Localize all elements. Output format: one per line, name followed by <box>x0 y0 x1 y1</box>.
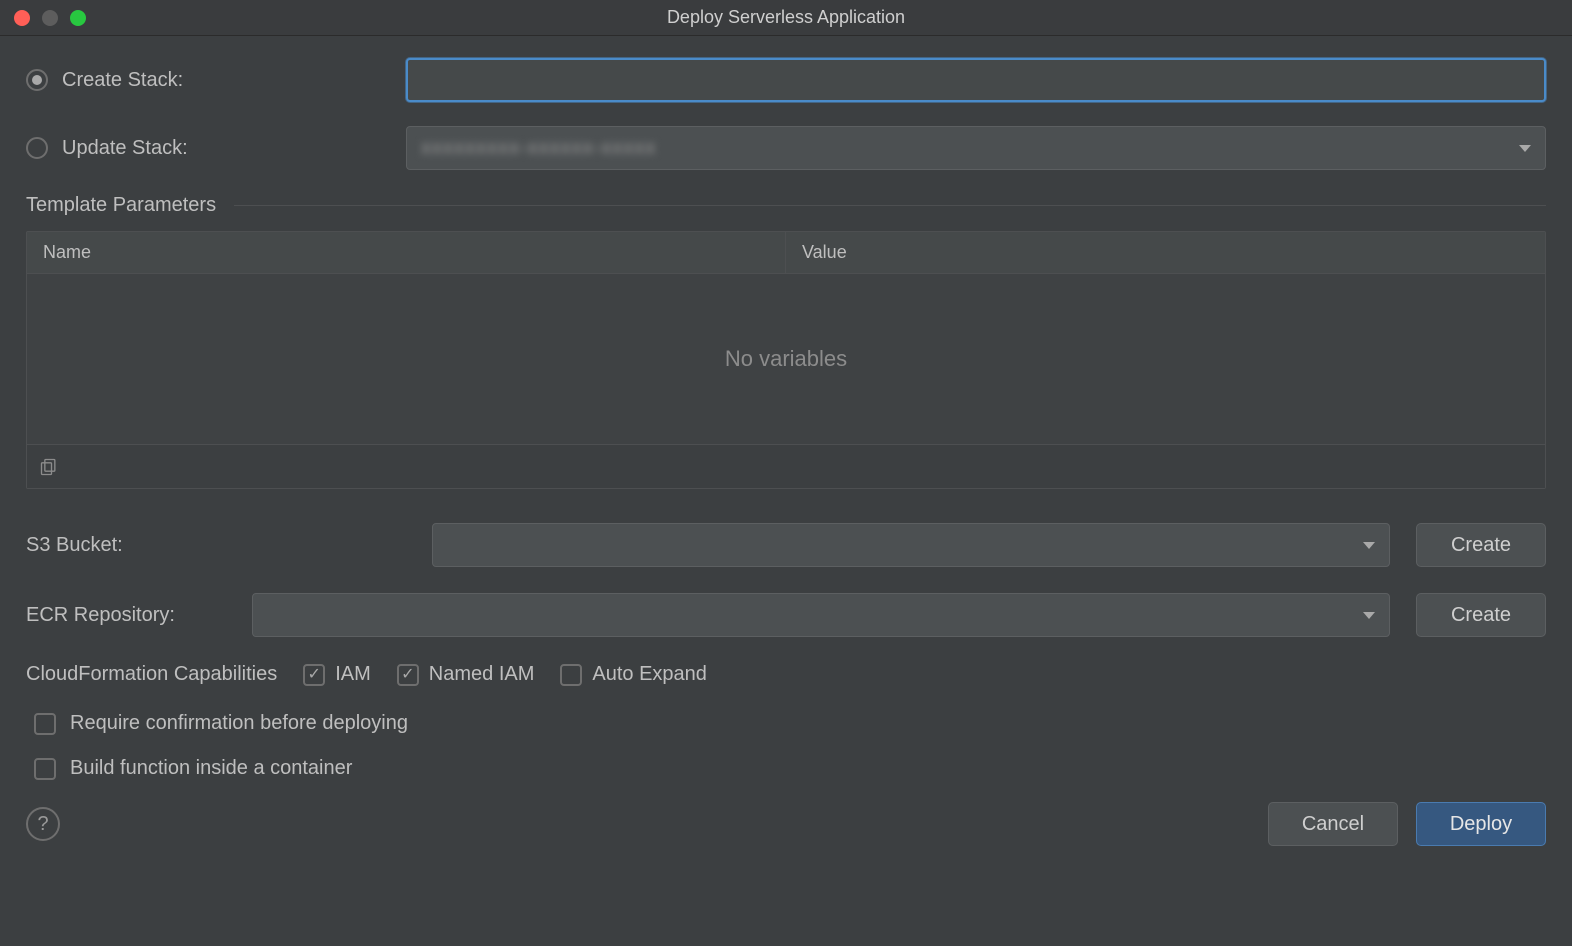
deploy-button-label: Deploy <box>1450 813 1512 836</box>
help-icon: ? <box>37 813 48 836</box>
require-confirmation-row[interactable]: Require confirmation before deploying <box>34 712 1546 735</box>
copy-icon[interactable] <box>39 457 59 477</box>
capability-auto-expand[interactable]: Auto Expand <box>560 663 707 686</box>
create-stack-row: Create Stack: <box>26 58 1546 102</box>
capabilities-row: CloudFormation Capabilities IAM Named IA… <box>26 663 1546 686</box>
checkbox-icon <box>560 664 582 686</box>
table-header: Name Value <box>27 232 1545 274</box>
checkbox-icon <box>303 664 325 686</box>
ecr-create-button[interactable]: Create <box>1416 593 1546 637</box>
capability-auto-expand-label: Auto Expand <box>592 663 707 686</box>
ecr-repository-select[interactable] <box>252 593 1390 637</box>
capabilities-label: CloudFormation Capabilities <box>26 663 277 686</box>
create-stack-input[interactable] <box>406 58 1546 102</box>
checkbox-icon <box>34 713 56 735</box>
s3-create-button[interactable]: Create <box>1416 523 1546 567</box>
capability-iam[interactable]: IAM <box>303 663 371 686</box>
cancel-button-label: Cancel <box>1302 813 1364 836</box>
table-header-name[interactable]: Name <box>27 232 786 273</box>
update-stack-row: Update Stack: xxxxxxxxx-xxxxxx-xxxxx <box>26 126 1546 170</box>
update-stack-selected-value: xxxxxxxxx-xxxxxx-xxxxx <box>421 137 656 160</box>
s3-bucket-label: S3 Bucket: <box>26 534 406 557</box>
create-stack-radio[interactable] <box>26 69 48 91</box>
dialog-footer: ? Cancel Deploy <box>26 802 1546 846</box>
template-parameters-table: Name Value No variables <box>26 231 1546 489</box>
update-stack-radio[interactable] <box>26 137 48 159</box>
template-parameters-heading: Template Parameters <box>26 194 1546 217</box>
table-footer <box>27 444 1545 488</box>
table-empty-text: No variables <box>725 346 847 372</box>
chevron-down-icon <box>1363 542 1375 549</box>
chevron-down-icon <box>1519 145 1531 152</box>
ecr-repository-label: ECR Repository: <box>26 604 226 627</box>
update-stack-label: Update Stack: <box>62 137 188 160</box>
s3-bucket-select[interactable] <box>432 523 1390 567</box>
ecr-repository-row: ECR Repository: Create <box>26 593 1546 637</box>
build-in-container-row[interactable]: Build function inside a container <box>34 757 1546 780</box>
s3-create-button-label: Create <box>1451 534 1511 557</box>
ecr-create-button-label: Create <box>1451 604 1511 627</box>
deploy-button[interactable]: Deploy <box>1416 802 1546 846</box>
checkbox-icon <box>34 758 56 780</box>
dialog-content: Create Stack: Update Stack: xxxxxxxxx-xx… <box>0 36 1572 866</box>
capability-named-iam-label: Named IAM <box>429 663 535 686</box>
help-button[interactable]: ? <box>26 807 60 841</box>
table-body-empty: No variables <box>27 274 1545 444</box>
capability-named-iam[interactable]: Named IAM <box>397 663 535 686</box>
footer-buttons: Cancel Deploy <box>1268 802 1546 846</box>
s3-bucket-row: S3 Bucket: Create <box>26 523 1546 567</box>
titlebar: Deploy Serverless Application <box>0 0 1572 36</box>
divider <box>234 205 1546 206</box>
chevron-down-icon <box>1363 612 1375 619</box>
build-in-container-label: Build function inside a container <box>70 757 352 780</box>
table-header-value[interactable]: Value <box>786 242 1545 263</box>
cancel-button[interactable]: Cancel <box>1268 802 1398 846</box>
update-stack-select[interactable]: xxxxxxxxx-xxxxxx-xxxxx <box>406 126 1546 170</box>
checkbox-icon <box>397 664 419 686</box>
window-title: Deploy Serverless Application <box>0 7 1572 28</box>
capability-iam-label: IAM <box>335 663 371 686</box>
create-stack-label: Create Stack: <box>62 69 183 92</box>
require-confirmation-label: Require confirmation before deploying <box>70 712 408 735</box>
template-parameters-label: Template Parameters <box>26 194 216 217</box>
